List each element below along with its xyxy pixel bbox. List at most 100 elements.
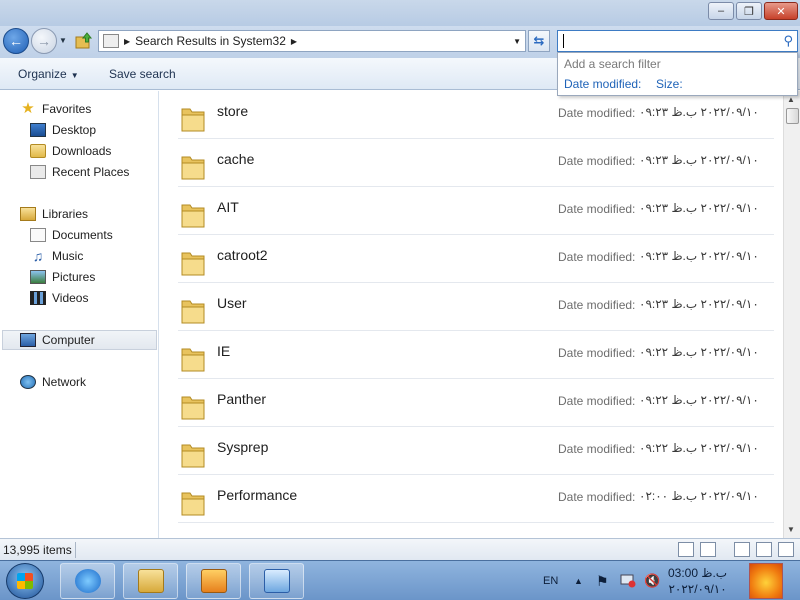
nav-item-label: Desktop: [52, 123, 97, 137]
date-modified-label: Date modified:: [558, 298, 636, 312]
date-modified-label: Date modified:: [558, 394, 636, 408]
folder-icon: [181, 156, 205, 180]
date-modified-value: ۲۰۲۲/۰۹/۱۰ ب.ظ ۰۲:۰۰: [639, 489, 759, 503]
navigation-pane: ★ Favorites Desktop Downloads Recent Pla…: [0, 91, 159, 538]
scroll-down-icon[interactable]: ▼: [787, 525, 795, 534]
address-history-dropdown-icon[interactable]: ▼: [513, 37, 521, 46]
filter-size[interactable]: Size:: [656, 77, 683, 91]
file-row[interactable]: Panther Date modified: ۲۰۲۲/۰۹/۱۰ ب.ظ ۰۹:۲…: [178, 379, 774, 427]
nav-computer[interactable]: Computer: [2, 330, 157, 350]
nav-item-music[interactable]: ♫ Music: [30, 248, 84, 264]
file-row[interactable]: Sysprep Date modified: ۲۰۲۲/۰۹/۱۰ ب.ظ ۰۹:۲…: [178, 427, 774, 475]
folder-up-icon[interactable]: [75, 32, 93, 50]
forward-button[interactable]: →: [31, 28, 57, 54]
nav-network[interactable]: Network: [20, 375, 86, 389]
breadcrumb-separator-icon[interactable]: ▶: [124, 37, 130, 46]
search-filter-popup: Add a search filter Date modified: Size:: [557, 52, 798, 96]
taskbar-windows-explorer[interactable]: [123, 563, 178, 599]
details-view-icon[interactable]: [678, 542, 694, 557]
volume-muted-icon[interactable]: 🔇: [644, 561, 660, 600]
refresh-button[interactable]: ⇆: [528, 30, 550, 52]
save-search-button[interactable]: Save search: [109, 67, 176, 81]
show-navigation-pane-icon[interactable]: [778, 542, 794, 557]
scroll-up-icon[interactable]: ▲: [787, 95, 795, 104]
music-note-icon: ♫: [32, 248, 44, 264]
pictures-icon: [30, 270, 46, 284]
folder-icon: [181, 300, 205, 324]
start-button[interactable]: [6, 563, 44, 599]
file-row[interactable]: cache Date modified: ۲۰۲۲/۰۹/۱۰ ب.ظ ۰۹:۲۳: [178, 139, 774, 187]
file-name: cache: [217, 151, 255, 167]
back-button[interactable]: ←: [3, 28, 29, 54]
search-icon[interactable]: ⚲: [783, 33, 793, 49]
show-desktop-button[interactable]: [749, 563, 783, 599]
window-controls: – ❐ ✕: [708, 2, 798, 20]
clock-time: 03:00 ب.ظ: [668, 566, 728, 580]
videos-icon: [30, 291, 46, 305]
file-name: IE: [217, 343, 231, 359]
maximize-button[interactable]: ❐: [736, 2, 762, 20]
nav-libraries[interactable]: Libraries: [20, 207, 88, 221]
filter-date-modified[interactable]: Date modified:: [564, 77, 641, 91]
clock[interactable]: 03:00 ب.ظ ۲۰۲۲/۰۹/۱۰: [668, 565, 727, 597]
taskbar-media-player[interactable]: [186, 563, 241, 599]
search-filter-hint: Add a search filter: [564, 57, 661, 71]
nav-favorites[interactable]: ★ Favorites: [20, 101, 91, 116]
date-modified-value: ۲۰۲۲/۰۹/۱۰ ب.ظ ۰۹:۲۲: [639, 345, 759, 359]
date-modified-label: Date modified:: [558, 346, 636, 360]
libraries-icon: [20, 207, 36, 221]
folder-icon: [181, 492, 205, 516]
breadcrumb-separator-icon[interactable]: ▶: [291, 37, 297, 46]
scrollbar-thumb[interactable]: [786, 108, 799, 124]
file-name: Sysprep: [217, 439, 269, 455]
nav-item-recent-places[interactable]: Recent Places: [30, 165, 129, 179]
taskbar-internet-explorer[interactable]: [60, 563, 115, 599]
file-name: User: [217, 295, 247, 311]
date-modified-value: ۲۰۲۲/۰۹/۱۰ ب.ظ ۰۹:۲۳: [639, 201, 759, 215]
nav-item-videos[interactable]: Videos: [30, 291, 88, 305]
taskbar-control-panel[interactable]: [249, 563, 304, 599]
forward-arrow-icon: →: [37, 33, 51, 49]
clock-date: ۲۰۲۲/۰۹/۱۰: [668, 582, 727, 596]
hide-preview-pane-icon[interactable]: [734, 542, 750, 557]
show-details-pane-icon[interactable]: [756, 542, 772, 557]
minimize-button[interactable]: –: [708, 2, 734, 20]
downloads-folder-icon: [30, 144, 46, 158]
file-row[interactable]: IE Date modified: ۲۰۲۲/۰۹/۱۰ ب.ظ ۰۹:۲۲: [178, 331, 774, 379]
organize-menu-button[interactable]: Organize ▼: [18, 67, 79, 81]
network-error-icon: [620, 574, 636, 588]
nav-network-label: Network: [42, 375, 87, 389]
nav-item-desktop[interactable]: Desktop: [30, 123, 96, 137]
tiles-view-icon[interactable]: [700, 542, 716, 557]
network-icon: [20, 375, 36, 389]
nav-item-documents[interactable]: Documents: [30, 228, 113, 242]
network-status-icon[interactable]: [620, 561, 636, 600]
folder-icon: [181, 108, 205, 132]
file-row[interactable]: store Date modified: ۲۰۲۲/۰۹/۱۰ ب.ظ ۰۹:۲۳: [178, 91, 774, 139]
address-bar[interactable]: ▶ Search Results in System32 ▶ ▼: [98, 30, 526, 52]
taskbar: EN ▲ ⚑ 🔇 03:00 ب.ظ ۲۰۲۲/۰۹/۱۰: [0, 560, 800, 600]
text-cursor: [563, 34, 564, 48]
breadcrumb-search-results[interactable]: Search Results in System32: [135, 34, 286, 48]
close-button[interactable]: ✕: [764, 2, 798, 20]
file-row[interactable]: AIT Date modified: ۲۰۲۲/۰۹/۱۰ ب.ظ ۰۹:۲۳: [178, 187, 774, 235]
show-hidden-icons-button[interactable]: ▲: [574, 561, 583, 600]
file-row[interactable]: Performance Date modified: ۲۰۲۲/۰۹/۱۰ ب.ظ …: [178, 475, 774, 523]
nav-item-downloads[interactable]: Downloads: [30, 144, 111, 158]
vertical-scrollbar[interactable]: ▲ ▼: [783, 91, 800, 538]
windows-explorer-icon: [137, 569, 164, 593]
language-indicator[interactable]: EN: [543, 561, 558, 600]
status-divider: [75, 542, 76, 558]
windows-logo-icon: [17, 573, 33, 589]
file-list: store Date modified: ۲۰۲۲/۰۹/۱۰ ب.ظ ۰۹:۲۳ c…: [160, 91, 783, 538]
nav-item-pictures[interactable]: Pictures: [30, 270, 95, 284]
save-search-label: Save search: [109, 67, 176, 81]
computer-icon: [20, 333, 36, 347]
recent-pages-dropdown-icon[interactable]: ▼: [59, 36, 67, 45]
file-row[interactable]: User Date modified: ۲۰۲۲/۰۹/۱۰ ب.ظ ۰۹:۲۳: [178, 283, 774, 331]
search-input[interactable]: ⚲: [557, 30, 798, 52]
date-modified-value: ۲۰۲۲/۰۹/۱۰ ب.ظ ۰۹:۲۲: [639, 393, 759, 407]
file-row[interactable]: catroot2 Date modified: ۲۰۲۲/۰۹/۱۰ ب.ظ ۰۹:…: [178, 235, 774, 283]
status-bar: 13,995 items: [0, 538, 800, 560]
action-center-flag-icon[interactable]: ⚑: [596, 561, 609, 600]
